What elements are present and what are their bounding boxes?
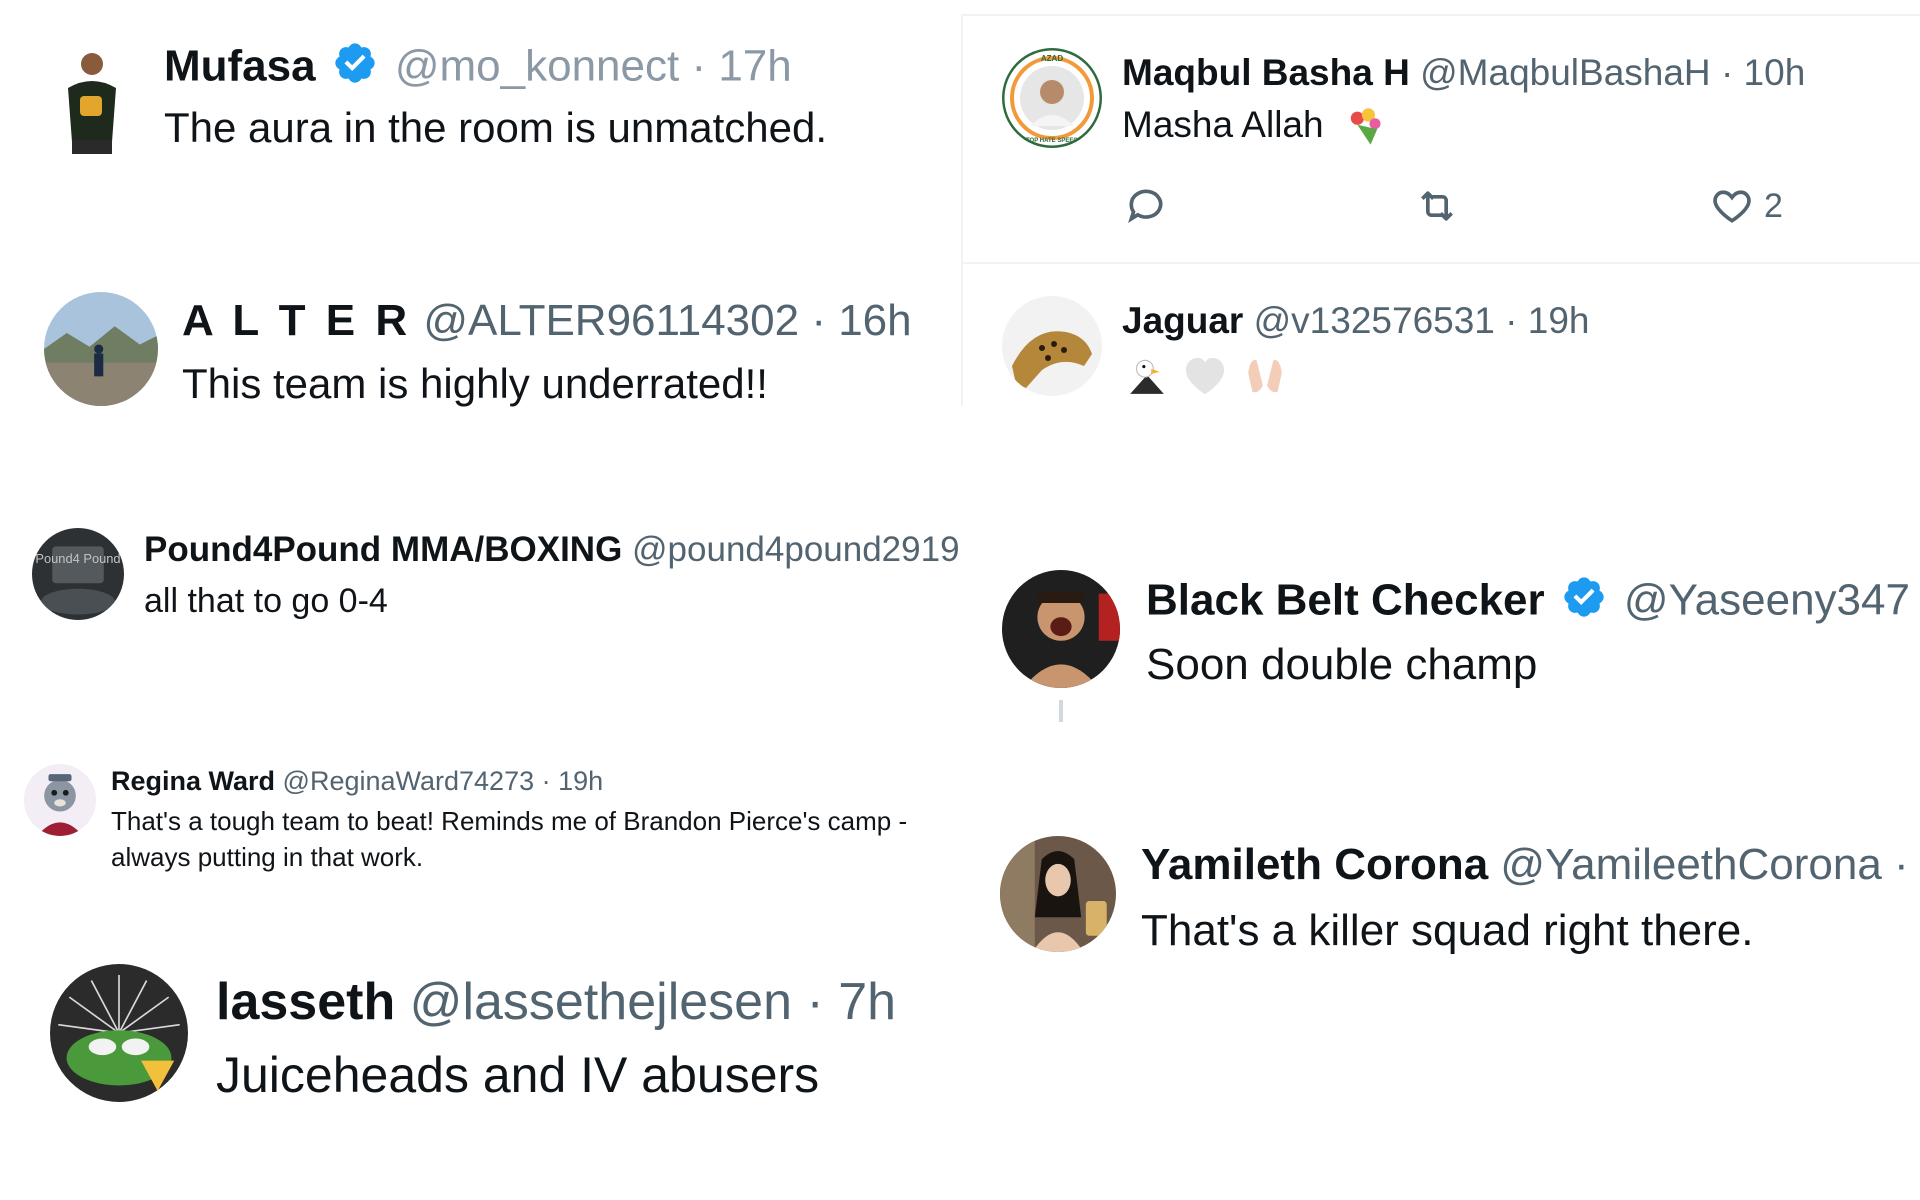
- display-name[interactable]: lasseth: [216, 973, 395, 1031]
- verified-badge-icon: [1564, 577, 1604, 617]
- avatar-image: AZAD STOP HATE SPEECH: [1002, 48, 1102, 148]
- handle[interactable]: @pound4pound2919: [632, 530, 960, 569]
- like-count: 2: [1764, 186, 1783, 225]
- top-right-border: [963, 14, 1920, 16]
- tweet-text: all that to go 0-4: [144, 582, 388, 620]
- avatar-text-top: AZAD: [1041, 54, 1063, 63]
- avatar-image: [1002, 570, 1120, 688]
- avatar[interactable]: [1002, 296, 1102, 396]
- like-button[interactable]: 2: [1710, 184, 1783, 228]
- handle[interactable]: @MaqbulBashaH: [1420, 52, 1711, 93]
- avatar-logo-text: Pound4 Pound: [35, 551, 120, 566]
- timestamp[interactable]: · 7h: [806, 973, 896, 1031]
- display-name[interactable]: Pound4Pound MMA/BOXING: [144, 530, 622, 569]
- timestamp[interactable]: ·: [1894, 840, 1909, 889]
- heart-icon: [1713, 190, 1751, 223]
- avatar[interactable]: AZAD STOP HATE SPEECH: [1002, 48, 1102, 148]
- handle[interactable]: @ReginaWard74273: [283, 766, 535, 796]
- timestamp[interactable]: · 19h: [1505, 300, 1589, 341]
- handle[interactable]: @YamileethCorona: [1500, 840, 1881, 889]
- avatar-image: [50, 964, 188, 1102]
- display-name[interactable]: Mufasa: [164, 42, 316, 91]
- tweet-emojis: [1126, 354, 1297, 396]
- avatar[interactable]: Pound4 Pound: [32, 528, 124, 620]
- row-divider: [963, 262, 1920, 264]
- avatar[interactable]: [50, 964, 188, 1102]
- tweet-text: That's a killer squad right there.: [1141, 906, 1754, 955]
- timestamp[interactable]: · 16h: [811, 296, 911, 345]
- handle[interactable]: @Yaseeny347: [1624, 576, 1910, 625]
- display-name[interactable]: Yamileth Corona: [1141, 840, 1488, 889]
- palms-up-together-emoji-icon: [1248, 360, 1282, 393]
- display-name[interactable]: Regina Ward: [111, 766, 275, 796]
- white-heart-emoji-icon: [1186, 357, 1225, 395]
- display-name[interactable]: Jaguar: [1122, 300, 1243, 341]
- tweet-text: Masha Allah: [1122, 104, 1396, 149]
- retweet-icon: [1421, 191, 1453, 221]
- avatar[interactable]: [1002, 570, 1120, 688]
- avatar-text-bottom: STOP HATE SPEECH: [1022, 138, 1082, 144]
- tweet-text: The aura in the room is unmatched.: [164, 104, 828, 151]
- avatar[interactable]: [1000, 836, 1116, 952]
- tweet-text: Soon double champ: [1146, 640, 1538, 689]
- tweet-text-line-2: always putting in that work.: [111, 842, 424, 872]
- column-divider: [961, 14, 963, 406]
- handle[interactable]: @lassethejlesen: [410, 973, 792, 1031]
- eagle-emoji-icon: [1130, 359, 1164, 394]
- avatar-image: [1002, 296, 1102, 396]
- timestamp[interactable]: · 10h: [1721, 52, 1805, 93]
- tweet-text-body: Masha Allah: [1122, 104, 1324, 145]
- verified-badge-icon: [335, 43, 375, 83]
- avatar[interactable]: [52, 44, 130, 154]
- tweet-text-line-1: That's a tough team to beat! Reminds me …: [111, 806, 908, 836]
- handle[interactable]: @v132576531: [1254, 300, 1495, 341]
- avatar-image: [1000, 836, 1116, 952]
- avatar[interactable]: [24, 764, 96, 836]
- avatar[interactable]: [44, 292, 158, 406]
- avatar-image: [52, 44, 130, 154]
- handle[interactable]: @ALTER96114302: [423, 296, 799, 345]
- display-name[interactable]: Maqbul Basha H: [1122, 52, 1410, 93]
- handle[interactable]: @mo_konnect: [395, 42, 679, 91]
- avatar-image: [24, 764, 96, 836]
- reply-button[interactable]: [1124, 184, 1168, 228]
- tweet-text: This team is highly underrated!!: [182, 360, 768, 407]
- avatar-image: [44, 292, 158, 406]
- tweet-text: Juiceheads and IV abusers: [216, 1047, 820, 1103]
- reply-icon: [1128, 189, 1163, 224]
- display-name[interactable]: A L T E R: [182, 296, 411, 345]
- timestamp[interactable]: · 19h: [542, 766, 604, 796]
- display-name[interactable]: Black Belt Checker: [1146, 576, 1545, 625]
- retweet-button[interactable]: [1414, 184, 1460, 228]
- thread-connector: [1059, 700, 1063, 722]
- timestamp[interactable]: · 17h: [691, 42, 791, 91]
- avatar-image: Pound4 Pound: [32, 528, 124, 620]
- bouquet-emoji-icon: [1350, 108, 1381, 145]
